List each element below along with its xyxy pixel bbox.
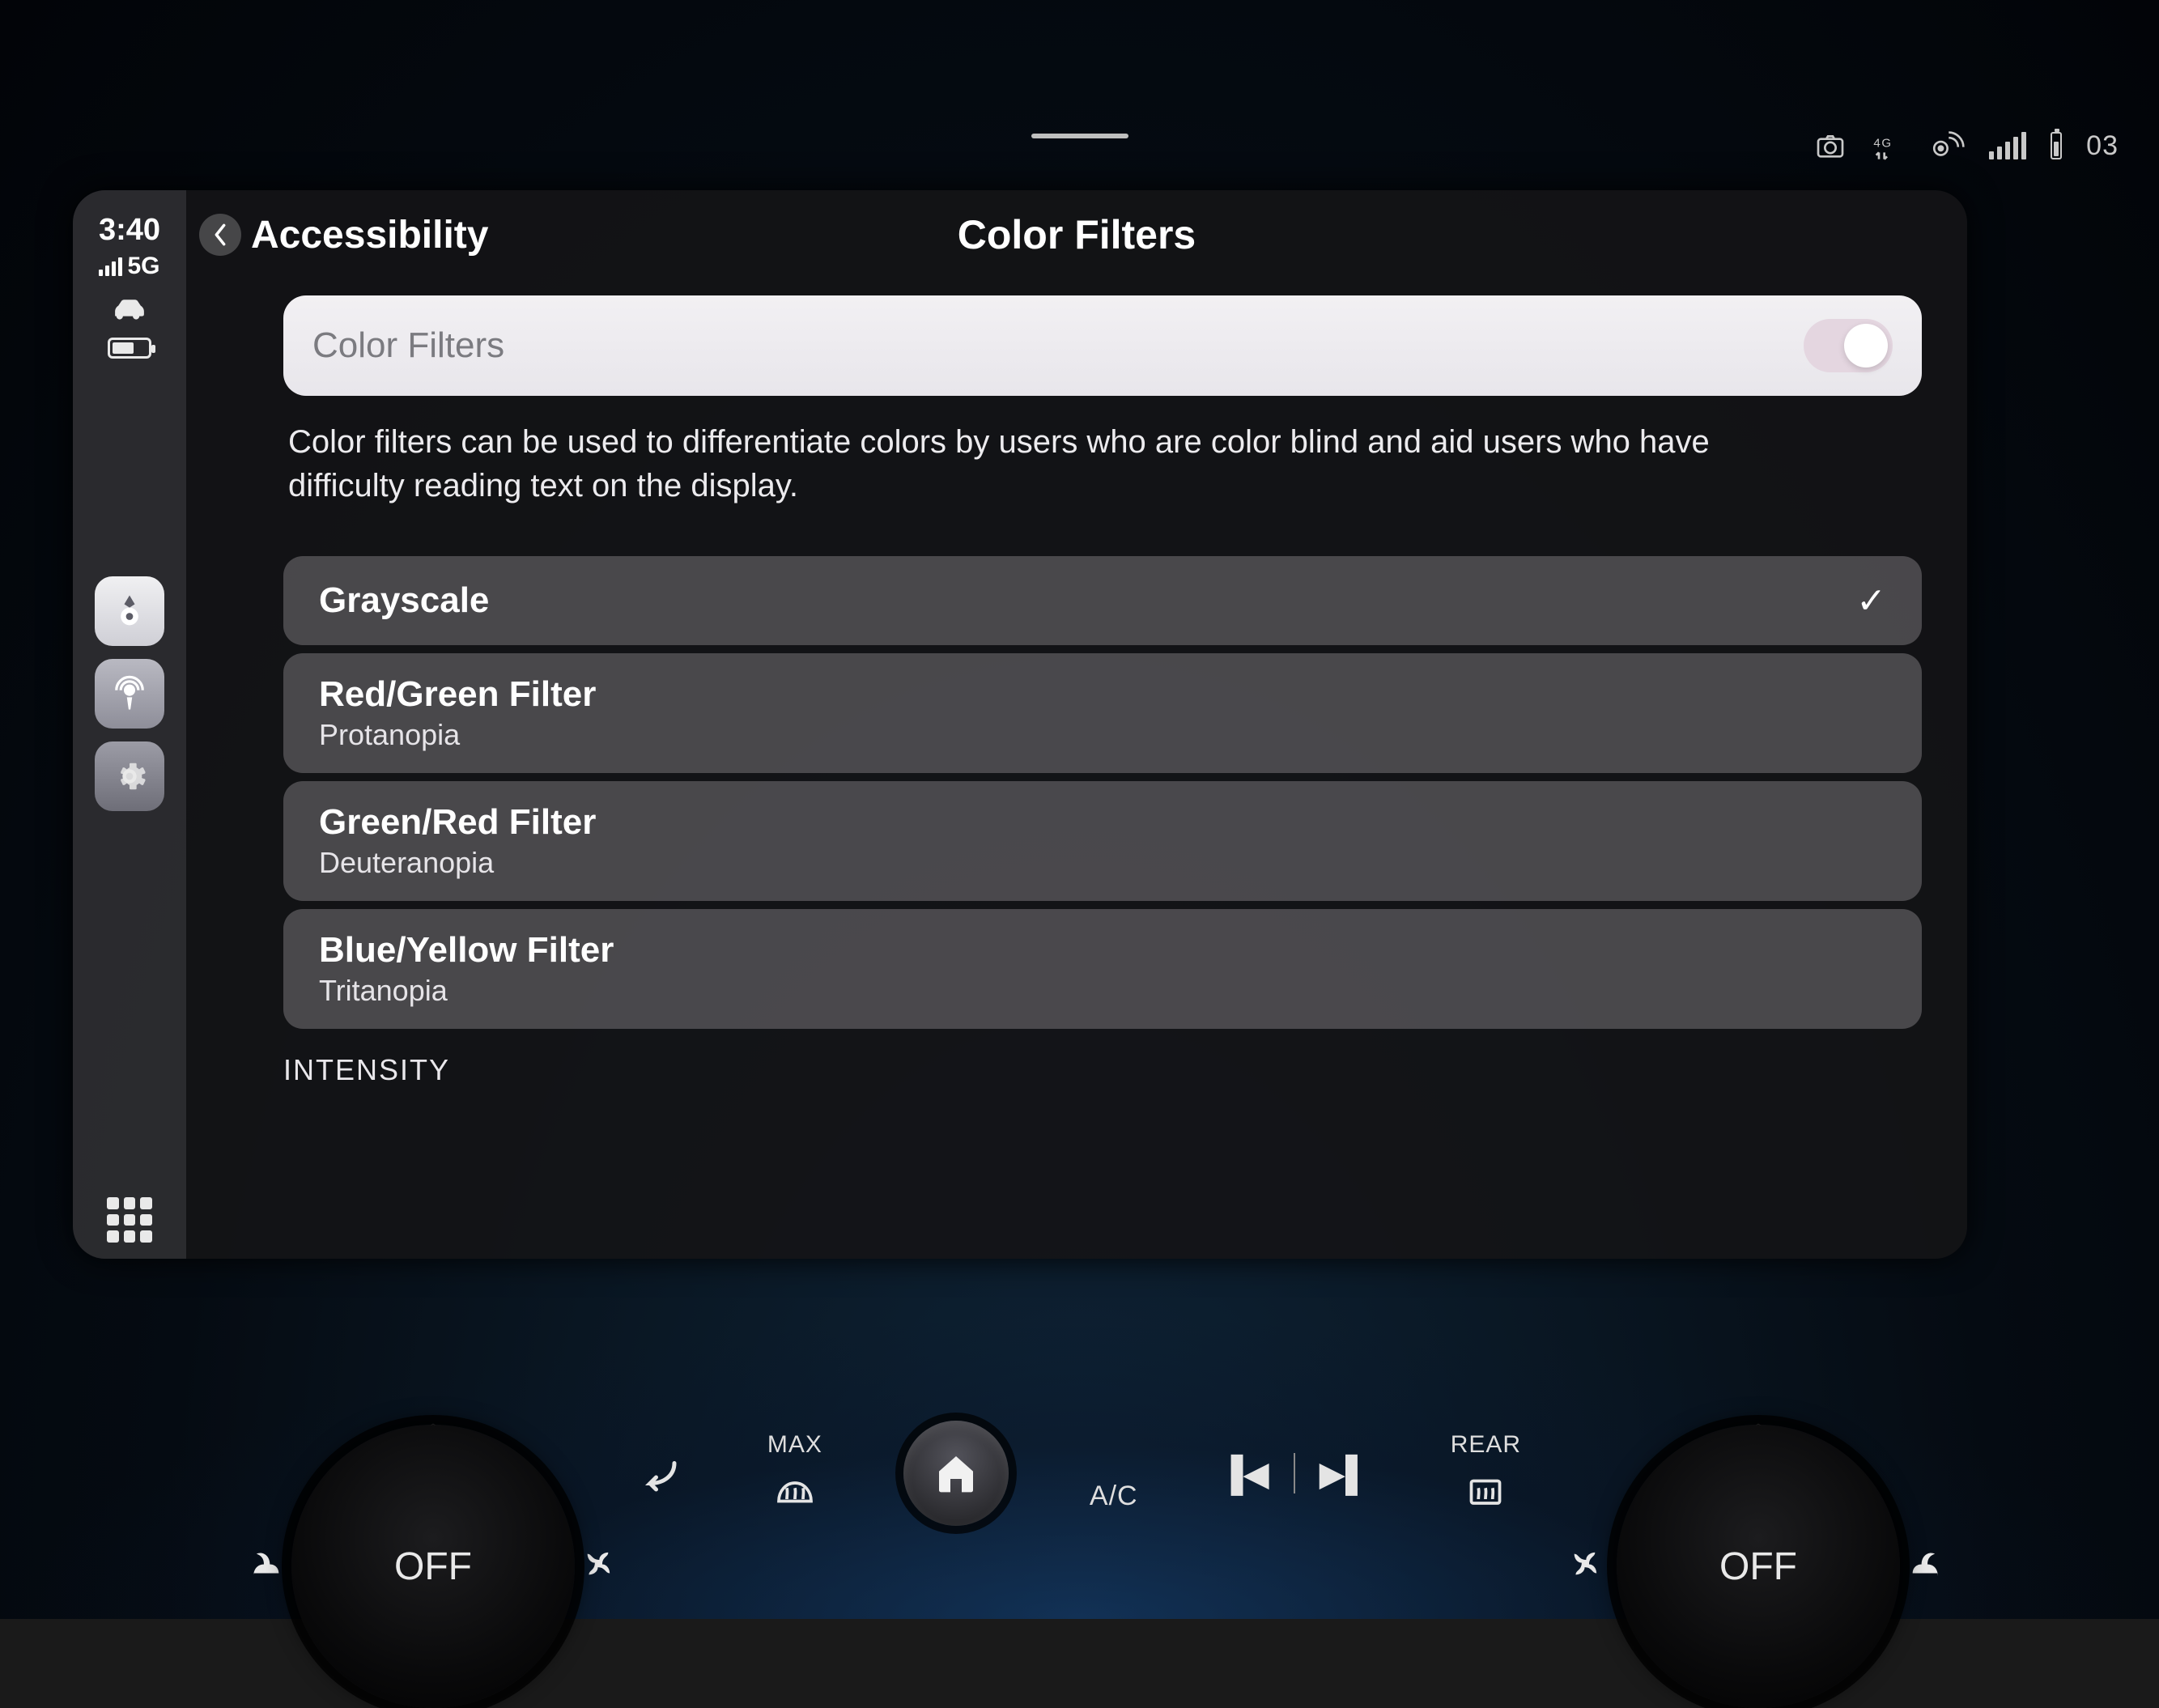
app-grid-button[interactable] bbox=[107, 1197, 152, 1243]
option-title: Green/Red Filter bbox=[319, 802, 596, 843]
back-label: Accessibility bbox=[251, 213, 488, 257]
option-title: Blue/Yellow Filter bbox=[319, 930, 614, 971]
option-grayscale[interactable]: Grayscale ✓ bbox=[283, 556, 1922, 645]
header: Accessibility Color Filters bbox=[186, 190, 1967, 279]
vehicle-bottom-bar: ︿ OFF MAX A/C ▐◀ bbox=[0, 1311, 2159, 1619]
option-subtitle: Tritanopia bbox=[319, 974, 614, 1008]
vehicle-status-bar: 4G 03 bbox=[1814, 130, 2119, 162]
app-settings[interactable] bbox=[95, 741, 164, 811]
option-green-red[interactable]: Green/Red Filter Deuteranopia bbox=[283, 781, 1922, 901]
option-subtitle: Protanopia bbox=[319, 718, 596, 752]
ac-button[interactable]: A/C bbox=[1090, 1434, 1138, 1512]
option-blue-yellow[interactable]: Blue/Yellow Filter Tritanopia bbox=[283, 909, 1922, 1029]
4g-traffic-icon: 4G bbox=[1871, 130, 1903, 162]
signal-bars-icon bbox=[99, 257, 122, 276]
checkmark-icon: ✓ bbox=[1856, 580, 1886, 622]
switch-knob bbox=[1844, 324, 1888, 368]
filter-option-list: Grayscale ✓ Red/Green Filter Protanopia … bbox=[283, 556, 1922, 1029]
right-temp-dial[interactable]: ︿ OFF bbox=[1617, 1425, 1900, 1708]
separator bbox=[1294, 1453, 1295, 1493]
toggle-switch[interactable] bbox=[1804, 319, 1893, 372]
network-label: 5G bbox=[127, 253, 159, 280]
ac-label: A/C bbox=[1090, 1481, 1138, 1512]
pull-handle[interactable] bbox=[1031, 134, 1128, 138]
screen: 4G 03 3:40 5G bbox=[0, 0, 2159, 1619]
defrost-max-label: MAX bbox=[767, 1431, 822, 1459]
next-track-button[interactable]: ▶▌ bbox=[1320, 1454, 1370, 1493]
carplay-sidebar: 3:40 5G bbox=[73, 190, 186, 1259]
defrost-max-button[interactable]: MAX bbox=[767, 1431, 822, 1515]
prev-track-button[interactable]: ▐◀ bbox=[1219, 1454, 1269, 1493]
rear-defrost-button[interactable]: REAR bbox=[1451, 1431, 1521, 1515]
media-controls: ▐◀ ▶▌ bbox=[1219, 1453, 1370, 1493]
home-button[interactable] bbox=[903, 1421, 1009, 1526]
app-maps[interactable] bbox=[95, 576, 164, 646]
back-nav-button[interactable] bbox=[638, 1449, 686, 1498]
chevron-left-icon bbox=[199, 214, 241, 256]
svg-text:4G: 4G bbox=[1874, 137, 1893, 151]
fan-right-icon[interactable] bbox=[1571, 1547, 1607, 1587]
left-temp-dial[interactable]: ︿ OFF bbox=[291, 1425, 575, 1708]
toggle-label: Color Filters bbox=[312, 325, 504, 366]
signal-icon bbox=[1989, 132, 2026, 159]
option-subtitle: Deuteranopia bbox=[319, 846, 596, 880]
carplay-panel: 3:40 5G bbox=[73, 190, 1967, 1259]
fan-left-icon[interactable] bbox=[584, 1547, 620, 1587]
center-controls: MAX A/C ▐◀ ▶▌ REAR bbox=[638, 1421, 1521, 1526]
battery-icon bbox=[2051, 132, 2062, 159]
option-title: Grayscale bbox=[319, 580, 489, 621]
rear-label: REAR bbox=[1451, 1431, 1521, 1459]
vehicle-time: 03 bbox=[2086, 130, 2119, 162]
car-icon[interactable] bbox=[108, 291, 151, 328]
color-filters-toggle-row[interactable]: Color Filters bbox=[283, 295, 1922, 396]
seat-heat-left-icon[interactable] bbox=[246, 1547, 282, 1587]
content-scroll[interactable]: Color Filters Color filters can be used … bbox=[186, 279, 1967, 1259]
seat-heat-right-icon[interactable] bbox=[1910, 1547, 1945, 1587]
app-podcasts[interactable] bbox=[95, 659, 164, 729]
toggle-description: Color filters can be used to differentia… bbox=[288, 420, 1826, 508]
main-area: Accessibility Color Filters Color Filter… bbox=[186, 190, 1967, 1259]
page-title: Color Filters bbox=[958, 211, 1196, 258]
gps-icon bbox=[1927, 130, 1965, 162]
left-dial-label: OFF bbox=[394, 1544, 472, 1589]
option-red-green[interactable]: Red/Green Filter Protanopia bbox=[283, 653, 1922, 773]
back-button[interactable]: Accessibility bbox=[199, 213, 488, 257]
sidebar-clock: 3:40 bbox=[99, 213, 160, 248]
phone-battery-icon bbox=[108, 338, 151, 359]
section-intensity-label: INTENSITY bbox=[283, 1053, 1922, 1087]
right-dial-label: OFF bbox=[1719, 1544, 1797, 1589]
sidebar-network: 5G bbox=[99, 253, 159, 280]
camera-icon bbox=[1814, 130, 1847, 162]
option-title: Red/Green Filter bbox=[319, 674, 596, 715]
